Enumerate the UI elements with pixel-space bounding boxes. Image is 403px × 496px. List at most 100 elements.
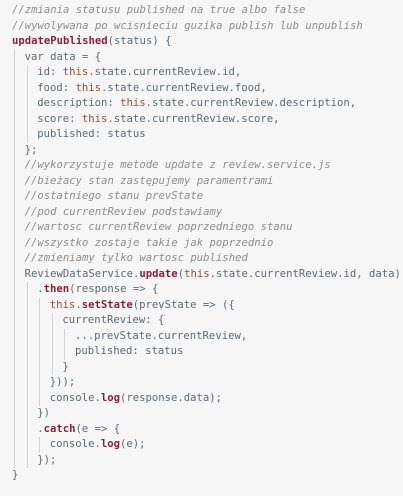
indent-guide [14, 142, 15, 158]
indent-guide [26, 282, 28, 298]
code-line-content: console.log(response.data); [50, 391, 222, 407]
code-line-content: .catch(e => { [37, 422, 120, 438]
code-token: .state.currentReview.description, [145, 97, 357, 109]
code-line-content: updatePublished(status) { [12, 34, 171, 50]
code-token: }); [37, 453, 57, 466]
code-line: })); [0, 375, 403, 391]
indent-guide [14, 189, 15, 205]
indent-guide [39, 297, 41, 313]
code-function-name: catch [43, 422, 76, 435]
indent-guide [14, 220, 15, 236]
code-function-name: update [139, 267, 178, 280]
indent-guide [39, 344, 41, 360]
code-token: (response.data); [119, 391, 223, 404]
indent-guide [26, 111, 28, 127]
code-keyword: this [75, 81, 101, 94]
code-line: }); [0, 452, 403, 469]
code-line: } [0, 359, 403, 376]
indent-guide [26, 390, 28, 406]
code-keyword: this [81, 112, 108, 125]
code-line: }) [0, 406, 403, 422]
indent-guide [14, 127, 15, 143]
indent-guide [26, 452, 28, 468]
code-function-name: updatePublished [12, 35, 108, 47]
indent-guide [26, 375, 28, 391]
code-token: .state.currentReview.id, data) [209, 267, 401, 280]
code-line: //wywolywana po wcisnieciu guzika publis… [0, 19, 403, 35]
indent-guide [39, 437, 41, 453]
code-line: id: this.state.currentReview.id, [0, 65, 403, 81]
indent-guide [39, 313, 41, 329]
indent-guide [26, 437, 28, 453]
code-line: console.log(response.data); [0, 390, 403, 407]
code-line-content: //zmieniamy tylko wartosc published [25, 251, 248, 267]
code-function-name: log [100, 391, 120, 404]
indent-guide [26, 421, 28, 437]
code-line-content: } [12, 468, 18, 484]
code-token: description: [37, 97, 121, 109]
code-line-content: //wywolywana po wcisnieciu guzika publis… [12, 19, 363, 35]
code-line: console.log(e); [0, 437, 403, 453]
indent-guide [26, 297, 28, 313]
code-token: (prevState => ({ [132, 298, 235, 311]
indent-guide [14, 251, 15, 267]
code-token: console. [49, 391, 101, 404]
code-token: published: status [37, 128, 146, 140]
indent-guide [14, 204, 15, 220]
code-function-name: setState [81, 298, 133, 311]
indent-guide [39, 390, 41, 406]
code-token: }) [37, 407, 50, 419]
code-line-content: score: this.state.currentReview.score, [37, 112, 279, 128]
code-token: .state.currentReview.food, [100, 81, 267, 94]
indent-guide [51, 328, 53, 344]
code-line: description: this.state.currentReview.de… [0, 96, 403, 112]
code-line: //wykorzystuje metode update z review.se… [0, 158, 403, 174]
code-token: ReviewDataService. [24, 267, 140, 280]
indent-guide [26, 127, 28, 143]
indent-guide [14, 158, 15, 174]
code-line-content: .then(response => { [37, 282, 158, 298]
indent-guide [14, 344, 15, 360]
indent-guide [51, 313, 53, 329]
code-token: data = { [43, 50, 102, 63]
code-line-content: } [62, 360, 68, 376]
indent-guide [26, 359, 28, 375]
code-comment: //bieżacy stan zastępujemy paramentrami [24, 174, 274, 187]
code-token: }; [24, 143, 38, 156]
indent-guide [39, 359, 41, 375]
indent-guide [14, 111, 15, 127]
indent-guide [14, 375, 15, 391]
code-line-content: currentReview: { [62, 313, 164, 329]
code-comment: //zmiania statusu published na true albo… [12, 4, 306, 16]
code-line: //zmiania statusu published na true albo… [0, 3, 403, 19]
code-line-content: }); [37, 453, 56, 469]
indent-guide [14, 406, 15, 422]
code-line-content: id: this.state.currentReview.id, [37, 65, 241, 81]
indent-guide [26, 328, 28, 344]
code-comment: //wartosc currentReview poprzedniego sta… [24, 221, 293, 233]
code-comment: //wszystko zostaje takie jak poprzednio [24, 236, 274, 249]
code-line: published: status [0, 127, 403, 143]
indent-guide [14, 282, 15, 298]
indent-guide [26, 406, 28, 422]
code-token: published: status [75, 345, 184, 357]
indent-guide [14, 65, 15, 81]
code-line-content: var data = { [25, 50, 102, 66]
code-comment: //ostatniego stanu prevState [24, 190, 204, 202]
code-line: this.setState(prevState => ({ [0, 297, 403, 313]
indent-guide [64, 344, 66, 360]
code-line: //wszystko zostaje takie jak poprzednio [0, 235, 403, 251]
code-token: .state.currentReview.id, [88, 66, 242, 78]
code-token: } [12, 469, 19, 481]
code-line: //ostatniego stanu prevState [0, 189, 403, 205]
indent-guide [14, 421, 15, 437]
indent-guide [26, 65, 28, 81]
code-keyword: this [49, 298, 76, 311]
code-line: .catch(e => { [0, 421, 403, 438]
indent-guide [64, 328, 66, 344]
code-token: food: [37, 81, 76, 94]
code-comment: //zmieniamy tylko wartosc published [24, 252, 248, 264]
code-editor[interactable]: //zmiania statusu published na true albo… [0, 0, 403, 496]
code-comment: //pod currentReview podstawiamy [24, 205, 223, 218]
code-line: ...prevState.currentReview, [0, 328, 403, 344]
